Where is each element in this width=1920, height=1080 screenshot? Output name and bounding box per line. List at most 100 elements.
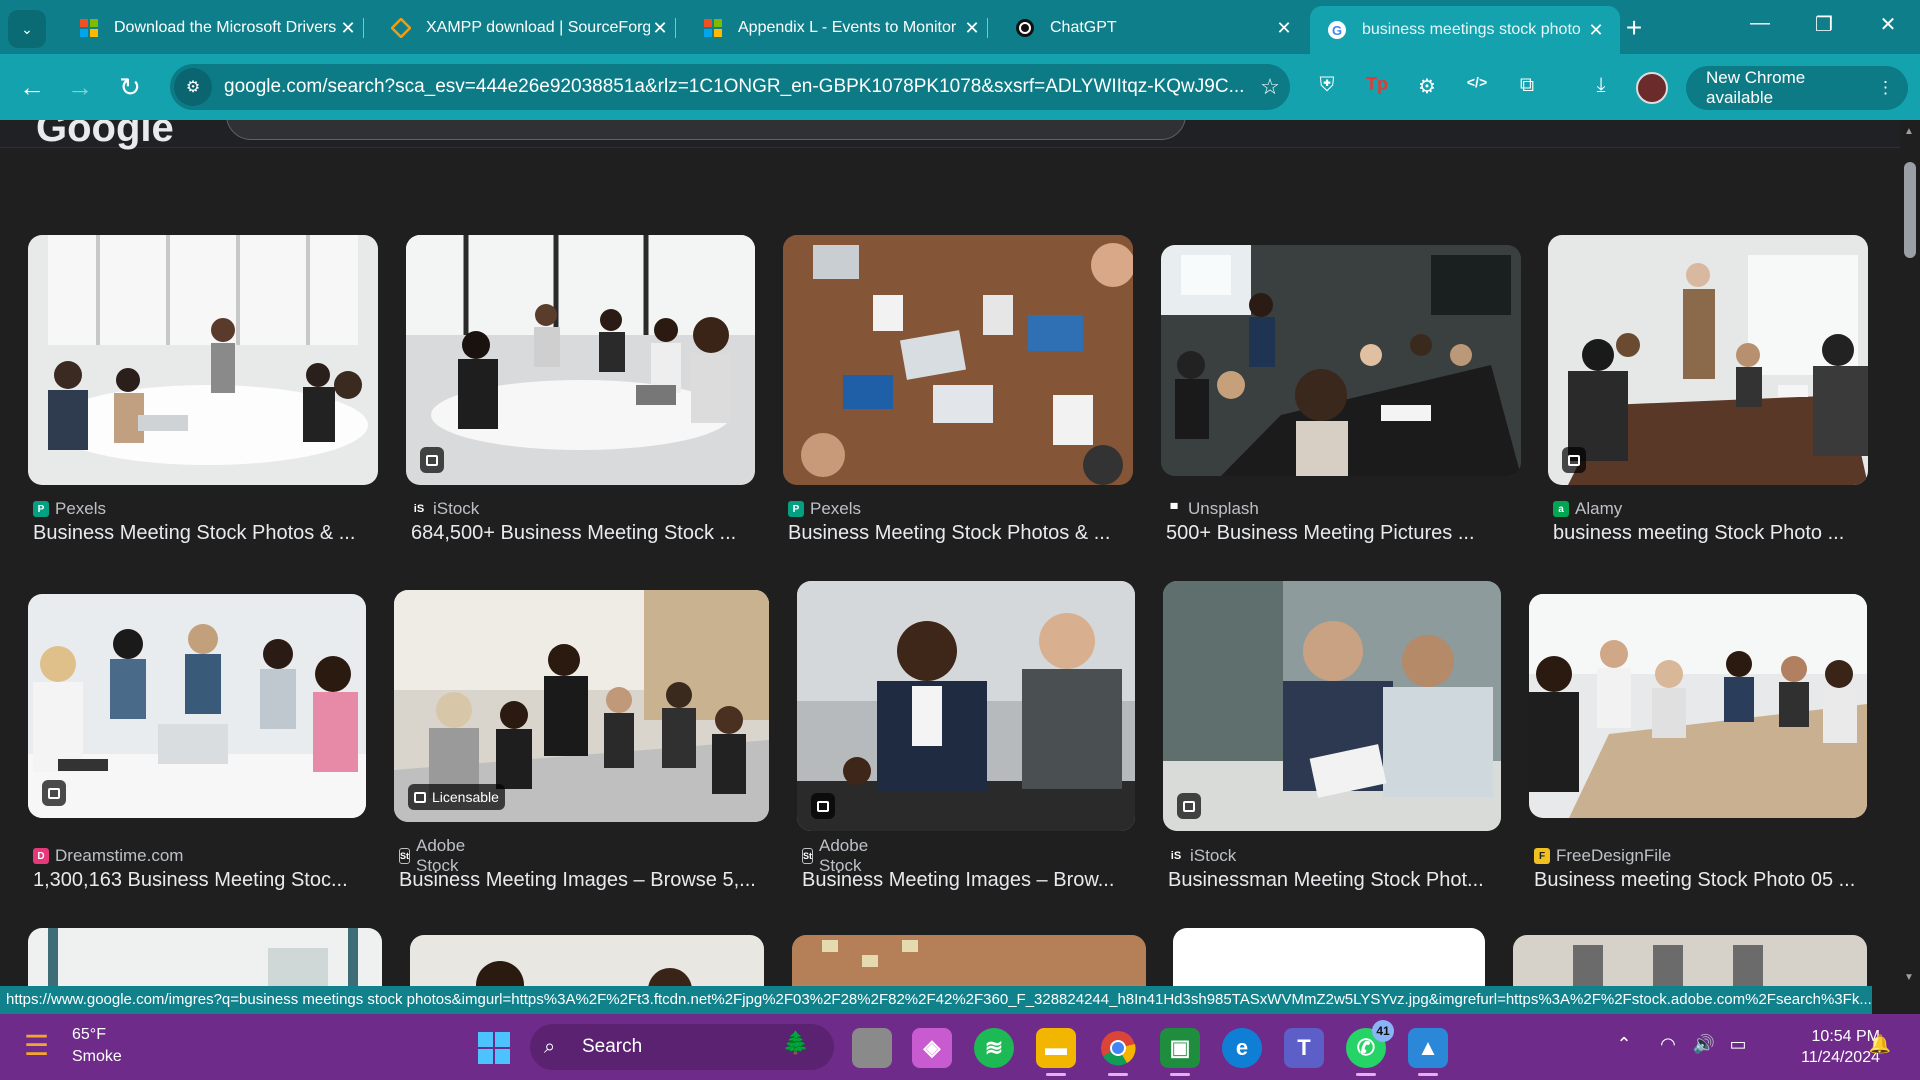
photos-icon[interactable]: ▲ [1408, 1028, 1448, 1076]
pexels-icon: P [33, 501, 49, 517]
result-image[interactable] [783, 235, 1133, 485]
browser-toolbar: ← → ↻ ⚙ google.com/search?sca_esv=444e26… [0, 54, 1920, 120]
task-view-icon[interactable] [852, 1028, 892, 1068]
copilot-icon[interactable]: ◈ [912, 1028, 952, 1068]
update-label: New Chrome available [1706, 68, 1806, 107]
file-explorer-icon[interactable]: ▬ [1036, 1028, 1076, 1076]
wifi-icon[interactable]: ◠ [1654, 1034, 1682, 1055]
result-title[interactable]: Business Meeting Images – Brow... [802, 869, 1134, 892]
result-source[interactable]: F FreeDesignFile [1534, 846, 1671, 866]
result-title[interactable]: Business meeting Stock Photo 05 ... [1534, 869, 1864, 892]
result-image[interactable] [28, 235, 378, 485]
result-image[interactable] [1529, 594, 1867, 818]
close-icon[interactable]: ✕ [962, 18, 982, 39]
update-chrome-button[interactable]: New Chrome available ⋮ [1686, 66, 1908, 110]
result-source[interactable]: iS iStock [411, 499, 479, 519]
tab-separator [363, 18, 364, 38]
close-icon[interactable]: ✕ [1586, 20, 1606, 41]
result-source[interactable]: St Adobe Stock [399, 836, 470, 875]
taskbar-search[interactable]: ⌕ Search 🌲 [530, 1024, 834, 1070]
result-source[interactable]: D Dreamstime.com [33, 846, 183, 866]
result-image[interactable] [1173, 928, 1485, 986]
chrome-icon[interactable] [1098, 1028, 1138, 1076]
svg-text:G: G [1332, 23, 1342, 38]
restore-button[interactable]: ❐ [1804, 12, 1844, 37]
result-image[interactable] [28, 594, 366, 818]
whatsapp-icon[interactable]: ✆ 41 [1346, 1020, 1394, 1076]
url-text[interactable]: google.com/search?sca_esv=444e26e9203885… [224, 76, 1250, 98]
result-image[interactable] [1163, 581, 1501, 831]
google-search-box[interactable] [226, 120, 1186, 140]
teams-icon[interactable]: T [1284, 1028, 1324, 1068]
show-hidden-icons-icon[interactable]: ⌃ [1610, 1034, 1638, 1055]
result-title[interactable]: 500+ Business Meeting Pictures ... [1166, 522, 1506, 545]
weather-haze-icon: ☰ [24, 1030, 50, 1061]
scroll-up-icon[interactable]: ▲ [1904, 126, 1914, 137]
result-image[interactable] [410, 935, 764, 986]
tab-search-button[interactable]: ⌄ [8, 10, 46, 48]
result-source[interactable]: St Adobe Stock [802, 836, 873, 875]
new-tab-button[interactable]: + [1618, 12, 1650, 44]
weather-widget[interactable]: ☰ 65°F Smoke [24, 1024, 122, 1068]
download-icon[interactable]: ⤓ [1586, 74, 1616, 104]
minimize-button[interactable]: — [1740, 12, 1780, 35]
result-image[interactable] [1513, 935, 1867, 986]
scroll-thumb[interactable] [1904, 162, 1916, 258]
back-button[interactable]: ← [14, 72, 50, 103]
tab-xampp[interactable]: XAMPP download | SourceForge ✕ [374, 8, 684, 48]
result-title[interactable]: 1,300,163 Business Meeting Stoc... [33, 869, 363, 892]
close-icon[interactable]: ✕ [338, 18, 358, 39]
bookmark-star-icon[interactable]: ☆ [1250, 74, 1290, 100]
scrollbar[interactable]: ▲ ▼ [1900, 120, 1920, 986]
forward-button[interactable]: → [62, 72, 98, 103]
tab-business-meetings[interactable]: G business meetings stock photo ✕ [1310, 6, 1620, 54]
scroll-down-icon[interactable]: ▼ [1904, 972, 1914, 983]
result-image[interactable] [28, 928, 382, 986]
result-image[interactable] [1548, 235, 1868, 485]
extensions-puzzle-icon[interactable]: ⧉ [1512, 74, 1542, 104]
result-source[interactable]: P Pexels [33, 499, 106, 519]
result-title[interactable]: Business Meeting Stock Photos & ... [788, 522, 1128, 545]
classroom-icon[interactable]: ▣ [1160, 1028, 1200, 1076]
result-image[interactable] [406, 235, 755, 485]
google-logo[interactable]: Google [36, 120, 174, 151]
image-icon [817, 800, 829, 812]
volume-icon[interactable]: 🔊 [1690, 1034, 1718, 1055]
tab-chatgpt[interactable]: ChatGPT ✕ [998, 8, 1308, 48]
tab-title: Download the Microsoft Drivers [114, 19, 337, 36]
result-image[interactable] [797, 581, 1135, 831]
gear-extension-icon[interactable]: ⚙ [1412, 74, 1442, 104]
edge-icon[interactable]: e [1222, 1028, 1262, 1068]
result-source[interactable]: P Pexels [788, 499, 861, 519]
site-info-icon[interactable]: ⚙ [174, 68, 212, 106]
tp-extension-icon[interactable]: Tp [1362, 74, 1392, 104]
search-icon: ⌕ [544, 1035, 556, 1058]
close-icon[interactable]: ✕ [650, 18, 670, 39]
close-icon[interactable]: ✕ [1274, 18, 1294, 39]
result-title[interactable]: 684,500+ Business Meeting Stock ... [411, 522, 751, 545]
result-title[interactable]: Businessman Meeting Stock Phot... [1168, 869, 1500, 892]
tab-appendix-l[interactable]: Appendix L - Events to Monitor ✕ [686, 8, 996, 48]
tab-microsoft-drivers[interactable]: Download the Microsoft Drivers ✕ [62, 8, 372, 48]
result-source[interactable]: ▀ Unsplash [1166, 499, 1259, 519]
code-extension-icon[interactable]: </> [1462, 74, 1492, 104]
result-image[interactable] [1161, 245, 1521, 476]
result-image[interactable] [792, 935, 1146, 986]
start-button[interactable] [474, 1028, 514, 1068]
result-image[interactable]: Licensable [394, 590, 769, 822]
battery-icon[interactable]: ▭ [1724, 1034, 1752, 1055]
result-title[interactable]: business meeting Stock Photo ... [1553, 522, 1873, 545]
spotify-icon[interactable]: ≋ [974, 1028, 1014, 1068]
result-source[interactable]: iS iStock [1168, 846, 1236, 866]
notifications-bell-icon[interactable]: 🔔 [1866, 1034, 1894, 1055]
result-source[interactable]: a Alamy [1553, 499, 1622, 519]
address-bar[interactable]: ⚙ google.com/search?sca_esv=444e26e92038… [170, 64, 1290, 110]
shield-extension-icon[interactable]: ⛨ [1312, 74, 1342, 104]
avatar[interactable] [1636, 72, 1668, 104]
result-title[interactable]: Business Meeting Images – Browse 5,... [399, 869, 769, 892]
close-window-button[interactable]: ✕ [1868, 12, 1908, 37]
more-menu-icon[interactable]: ⋮ [1877, 78, 1894, 98]
clock[interactable]: 10:54 PM 11/24/2024 [1770, 1026, 1880, 1068]
reload-button[interactable]: ↻ [112, 72, 148, 103]
result-title[interactable]: Business Meeting Stock Photos & ... [33, 522, 373, 545]
